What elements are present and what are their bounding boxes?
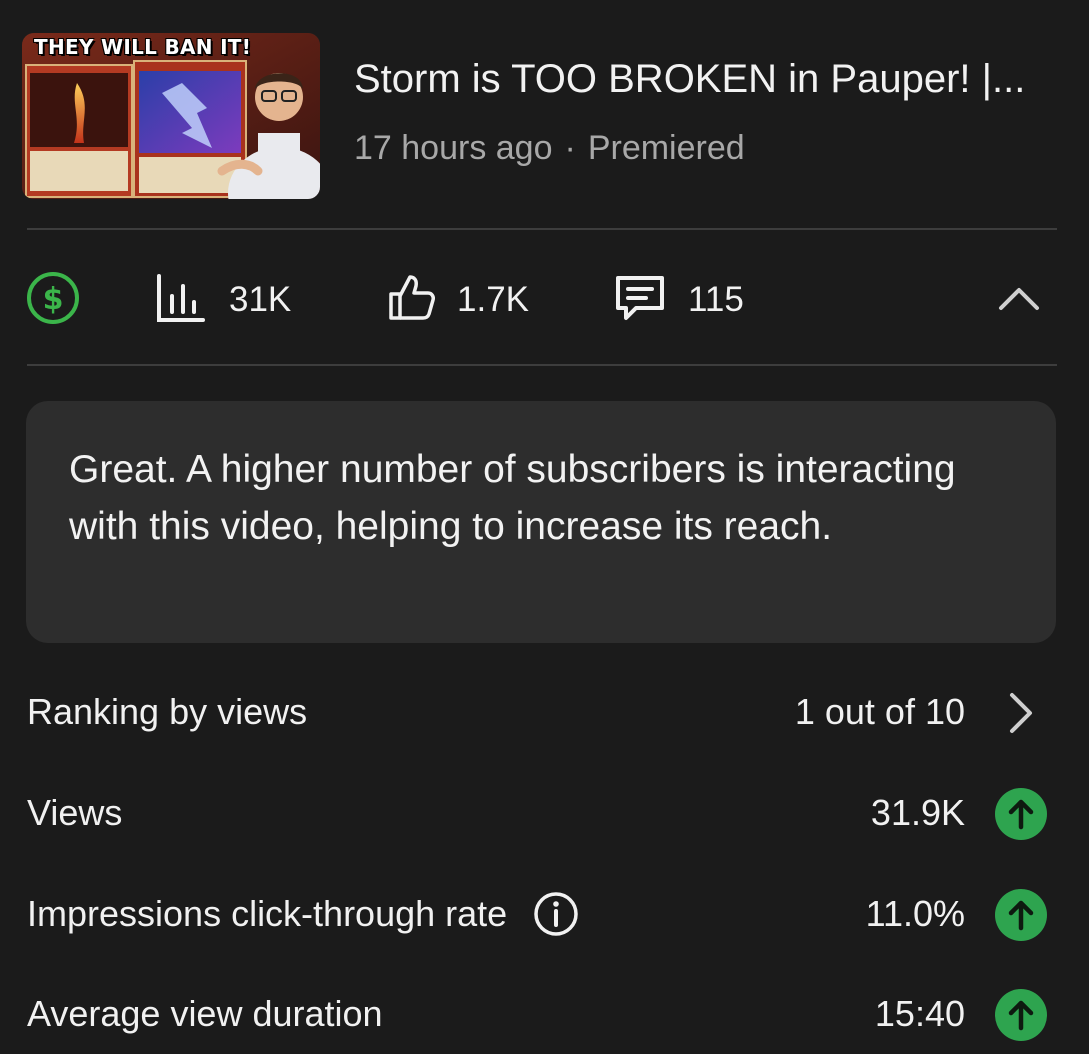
ranking-label: Ranking by views — [27, 691, 308, 732]
video-header: THEY WILL BAN IT! Storm is TOO BROKEN in… — [22, 33, 1067, 201]
ctr-metric-row: Impressions click-through rate 11.0% — [0, 884, 1089, 944]
chevron-up-icon — [997, 284, 1041, 317]
views-stat[interactable]: 31K — [155, 262, 291, 338]
ranking-value: 1 out of 10 — [794, 691, 965, 732]
views-count: 31K — [229, 280, 292, 319]
info-icon[interactable] — [533, 891, 579, 937]
avg-view-duration-row: Average view duration 15:40 — [0, 984, 1089, 1044]
views-metric-label: Views — [27, 792, 123, 833]
video-title[interactable]: Storm is TOO BROKEN in Pauper! |... — [354, 57, 1079, 102]
views-metric-value: 31.9K — [870, 792, 965, 833]
divider-top — [27, 228, 1057, 230]
video-status: Premiered — [587, 129, 745, 167]
ctr-metric-value: 11.0% — [865, 893, 965, 934]
ctr-metric-label-wrap: Impressions click-through rate — [27, 884, 579, 944]
collapse-button[interactable] — [993, 278, 1045, 322]
thumbnail-caption: THEY WILL BAN IT! — [34, 35, 252, 59]
svg-text:$: $ — [43, 282, 64, 317]
comments-count: 115 — [688, 280, 744, 319]
views-trend — [994, 787, 1048, 841]
arrow-up-icon — [995, 989, 1047, 1041]
avg-view-duration-label: Average view duration — [27, 993, 383, 1034]
avg-view-duration-value: 15:40 — [874, 993, 965, 1034]
video-meta: 17 hours ago · Premiered — [354, 129, 745, 168]
insight-card: Great. A higher number of subscribers is… — [26, 401, 1056, 643]
stats-row: $ 31K 1.7K 115 — [0, 262, 1089, 338]
arrow-up-icon — [995, 889, 1047, 941]
divider-bottom — [27, 364, 1057, 366]
insight-text: Great. A higher number of subscribers is… — [69, 448, 956, 548]
meta-separator: · — [564, 129, 576, 167]
likes-stat[interactable]: 1.7K — [385, 262, 529, 338]
ranking-row[interactable]: Ranking by views 1 out of 10 — [0, 682, 1089, 742]
bar-chart-icon — [155, 272, 207, 329]
avd-trend — [994, 988, 1048, 1042]
likes-count: 1.7K — [457, 280, 529, 319]
thumbs-up-icon — [385, 272, 437, 329]
dollar-circle-icon: $ — [25, 270, 81, 331]
chevron-right-icon — [994, 686, 1048, 740]
views-metric-row: Views 31.9K — [0, 783, 1089, 843]
ctr-metric-label: Impressions click-through rate — [27, 893, 508, 934]
monetization-status[interactable]: $ — [25, 262, 81, 338]
video-thumbnail[interactable]: THEY WILL BAN IT! — [22, 33, 320, 199]
comment-icon — [612, 270, 668, 331]
video-age: 17 hours ago — [354, 129, 553, 167]
comments-stat[interactable]: 115 — [612, 262, 744, 338]
ctr-trend — [994, 888, 1048, 942]
arrow-up-icon — [995, 788, 1047, 840]
